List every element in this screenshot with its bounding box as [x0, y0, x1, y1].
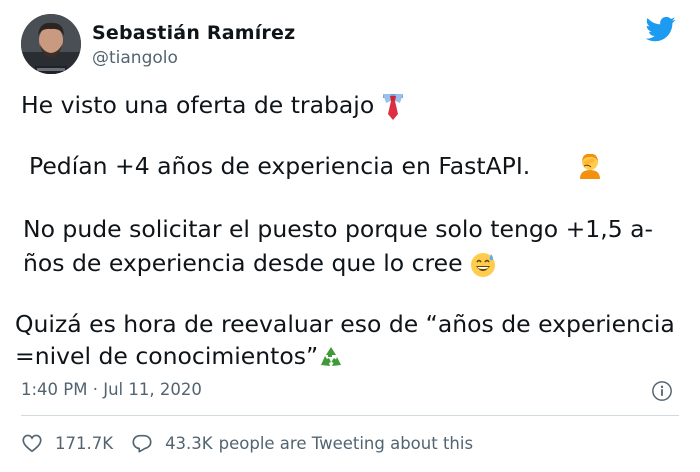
tweet-line-1: He visto una oferta de trabajo	[21, 90, 404, 120]
twitter-bird-icon[interactable]	[644, 14, 678, 44]
speech-bubble-icon	[132, 434, 152, 453]
tweet-timestamp[interactable]: 1:40 PM · Jul 11, 2020	[21, 380, 202, 399]
author-avatar[interactable]	[21, 14, 81, 74]
person-facepalming-emoji	[580, 153, 600, 179]
tweet-text-4: ños de experiencia desde que lo cree	[23, 249, 471, 277]
avatar-photo	[21, 14, 81, 74]
tweeting-count: 43.3K	[165, 433, 213, 453]
tweet-text-6: =nivel de conocimientos”	[15, 342, 319, 370]
tweeting-action[interactable]: 43.3K people are Tweeting about this	[131, 432, 473, 454]
author-name[interactable]: Sebastián Ramírez	[92, 22, 295, 44]
tweet-card: Sebastián Ramírez @tiangolo He visto una…	[0, 0, 700, 472]
heart-icon	[22, 434, 42, 453]
recycling-emoji	[321, 346, 342, 366]
tweet-line-6: =nivel de conocimientos”	[15, 341, 344, 371]
author-handle[interactable]: @tiangolo	[92, 48, 178, 68]
like-count: 171.7K	[55, 433, 114, 453]
grinning-sweat-emoji	[471, 252, 496, 277]
tweet-line-4: ños de experiencia desde que lo cree	[23, 248, 496, 278]
tweet-line-2: Pedían +4 años de experiencia en FastAPI…	[29, 151, 530, 181]
info-icon[interactable]	[651, 380, 673, 402]
tweet-text-1: He visto una oferta de trabajo	[21, 91, 382, 119]
tweet-line-3: No pude solicitar el puesto porque solo …	[23, 214, 653, 244]
like-action[interactable]: 171.7K	[21, 432, 113, 454]
necktie-emoji	[382, 93, 403, 120]
tweet-actions: 171.7K 43.3K people are Tweeting about t…	[21, 430, 473, 456]
tweet-text-3: No pude solicitar el puesto porque solo …	[23, 215, 654, 243]
tweet-line-5: Quizá es hora de reevaluar eso de “años …	[15, 309, 675, 339]
tweeting-text: people are Tweeting about this	[218, 433, 474, 453]
tweet-text-5: Quizá es hora de reevaluar eso de “años …	[15, 310, 675, 338]
tweet-text-2: Pedían +4 años de experiencia en FastAPI…	[29, 152, 531, 180]
divider	[21, 415, 679, 416]
